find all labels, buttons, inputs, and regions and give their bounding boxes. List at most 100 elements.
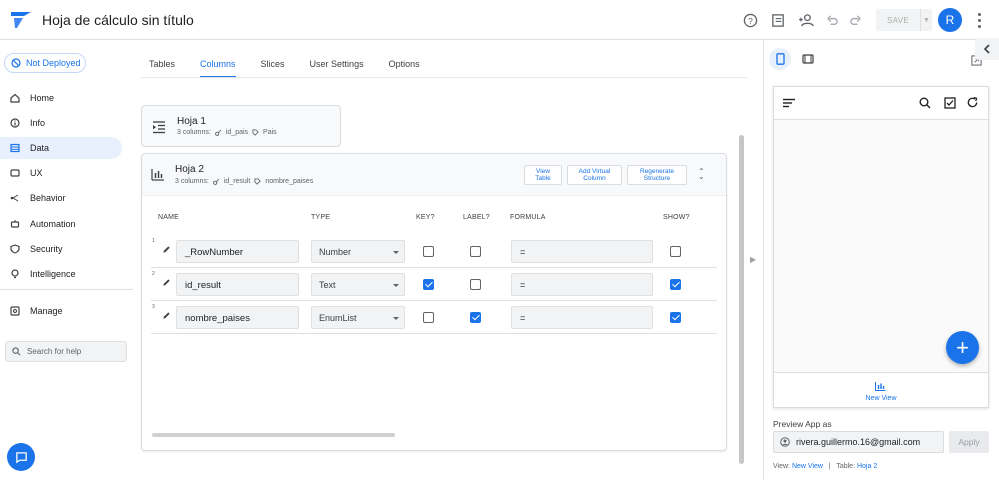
chevron-down-icon[interactable]: ▼ — [920, 9, 932, 31]
table-meta: 3 columns: id_pais Pais — [177, 129, 277, 136]
add-record-fab[interactable]: + — [946, 331, 979, 364]
label-tag-icon — [254, 178, 262, 185]
column-type-select[interactable]: Text — [311, 273, 405, 296]
shield-icon — [10, 244, 20, 254]
column-header-name: NAME — [158, 214, 180, 221]
phone-icon — [775, 53, 785, 65]
column-name-field[interactable]: _RowNumber — [176, 240, 299, 263]
redo-icon[interactable] — [845, 10, 865, 30]
formula-field[interactable]: = — [511, 273, 653, 296]
table-card-hoja1[interactable]: Hoja 1 3 columns: id_pais Pais — [141, 105, 341, 147]
view-chart-icon[interactable] — [875, 381, 886, 391]
more-vert-icon[interactable] — [974, 10, 984, 30]
label-column: nombre_paises — [265, 178, 314, 185]
label-tag-icon — [252, 129, 259, 136]
sidebar-item-security[interactable]: Security — [0, 238, 122, 260]
chat-button[interactable] — [7, 443, 35, 471]
show-checkbox[interactable] — [670, 246, 681, 257]
sidebar-item-label: Home — [30, 93, 55, 103]
tab-columns[interactable]: Columns — [192, 52, 244, 78]
preview-email-field[interactable]: rivera.guillermo.16@gmail.com — [773, 431, 944, 453]
tab-user-settings[interactable]: User Settings — [302, 52, 372, 78]
sidebar-item-behavior[interactable]: Behavior — [0, 187, 122, 209]
sidebar-item-data[interactable]: Data — [0, 137, 122, 159]
horizontal-scrollbar[interactable] — [152, 433, 395, 437]
column-name-field[interactable]: nombre_paises — [176, 306, 299, 329]
sort-menu-icon[interactable] — [783, 98, 795, 108]
help-icon[interactable]: ? — [740, 10, 760, 30]
avatar[interactable]: R — [938, 8, 962, 32]
edit-pencil-icon[interactable] — [162, 278, 171, 287]
chat-icon — [15, 451, 27, 463]
sidebar-item-home[interactable]: Home — [0, 87, 122, 109]
vertical-scrollbar[interactable] — [739, 135, 744, 464]
tab-options[interactable]: Options — [381, 52, 428, 78]
search-icon[interactable] — [919, 97, 931, 109]
collapse-panel-button[interactable] — [975, 38, 999, 60]
refresh-icon[interactable] — [966, 96, 979, 109]
sidebar-item-label: Automation — [30, 219, 76, 229]
apply-button[interactable]: Apply — [949, 431, 989, 453]
label-checkbox[interactable] — [470, 279, 481, 290]
panel-resize-arrow-icon[interactable]: ▶ — [750, 255, 756, 264]
key-checkbox[interactable] — [423, 279, 434, 290]
column-type-value: EnumList — [319, 313, 357, 323]
tab-divider — [141, 77, 747, 78]
sidebar-item-ux[interactable]: UX — [0, 162, 122, 184]
add-virtual-column-button[interactable]: Add Virtual Column — [567, 165, 622, 185]
tablet-device-button[interactable] — [797, 48, 819, 70]
status-separator: | — [828, 463, 831, 470]
key-column: id_result — [223, 178, 251, 185]
label-checkbox[interactable] — [470, 312, 481, 323]
chevron-down-icon — [393, 317, 399, 320]
regenerate-structure-label: Regenerate Structure — [640, 168, 674, 182]
show-checkbox[interactable] — [670, 312, 681, 323]
table-link[interactable]: Hoja 2 — [857, 463, 877, 470]
column-name-field[interactable]: id_result — [176, 273, 299, 296]
search-help-placeholder: Search for help — [27, 347, 82, 356]
key-checkbox[interactable] — [423, 246, 434, 257]
appsheet-logo — [11, 12, 31, 28]
deploy-status-pill[interactable]: Not Deployed — [4, 53, 86, 73]
column-type-select[interactable]: Number — [311, 240, 405, 263]
ux-icon — [10, 169, 20, 177]
table-card-header[interactable]: Hoja 2 3 columns: id_result nombre_paise… — [142, 154, 726, 196]
column-count: 3 columns: — [177, 129, 211, 136]
undo-icon[interactable] — [822, 10, 842, 30]
row-number: 1 — [152, 238, 155, 244]
sidebar: Not Deployed Home Info Data UX Behavior … — [0, 40, 133, 480]
sidebar-item-intelligence[interactable]: Intelligence — [0, 263, 122, 285]
column-type-value: Text — [319, 280, 336, 290]
table-card-hoja2: Hoja 2 3 columns: id_result nombre_paise… — [141, 153, 727, 451]
label-checkbox[interactable] — [470, 246, 481, 257]
label-column: Pais — [263, 129, 277, 136]
sidebar-item-info[interactable]: Info — [0, 112, 122, 134]
share-person-icon[interactable] — [796, 10, 816, 30]
show-checkbox[interactable] — [670, 279, 681, 290]
mobile-device-button[interactable] — [769, 48, 791, 70]
sidebar-item-automation[interactable]: Automation — [0, 213, 122, 235]
docs-icon[interactable] — [768, 10, 788, 30]
view-link[interactable]: New View — [792, 463, 823, 470]
formula-field[interactable]: = — [511, 306, 653, 329]
app-root: Hoja de cálculo sin título ? SAVE ▼ R No… — [0, 0, 999, 480]
collapse-icon[interactable]: ⌃ ⌄ — [698, 168, 705, 181]
sidebar-item-label: Manage — [30, 306, 63, 316]
table-name: Hoja 2 — [175, 164, 204, 175]
bottom-nav-view-label[interactable]: New View — [774, 395, 988, 402]
home-icon — [10, 93, 20, 103]
tab-slices[interactable]: Slices — [253, 52, 293, 78]
edit-pencil-icon[interactable] — [162, 245, 171, 254]
column-header-label: LABEL? — [463, 214, 490, 221]
save-button[interactable]: SAVE — [876, 9, 920, 31]
column-type-select[interactable]: EnumList — [311, 306, 405, 329]
key-checkbox[interactable] — [423, 312, 434, 323]
regenerate-structure-button[interactable]: Regenerate Structure — [627, 165, 687, 185]
select-checkbox-icon[interactable] — [944, 97, 956, 109]
formula-field[interactable]: = — [511, 240, 653, 263]
tab-tables[interactable]: Tables — [141, 52, 183, 78]
edit-pencil-icon[interactable] — [162, 311, 171, 320]
sidebar-item-manage[interactable]: Manage — [0, 300, 122, 322]
search-help-input[interactable]: Search for help — [5, 341, 127, 362]
view-table-button[interactable]: View Table — [524, 165, 562, 185]
